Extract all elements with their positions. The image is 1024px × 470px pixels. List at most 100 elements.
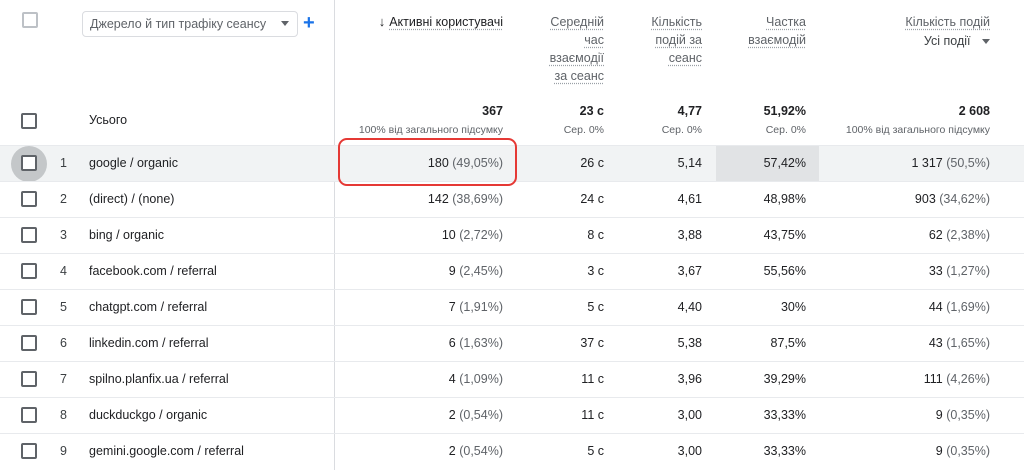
- row-users: 2 (0,54%): [448, 408, 503, 422]
- row-number: 1: [60, 156, 67, 170]
- row-users: 6 (1,63%): [448, 336, 503, 350]
- arrow-down-icon: ↓: [378, 14, 386, 29]
- row-users: 10 (2,72%): [441, 228, 503, 242]
- row-event-count: 9 (0,35%): [935, 444, 990, 458]
- row-events-per-session: 5,14: [677, 156, 702, 170]
- totals-engagement-rate: 51,92%: [763, 104, 806, 118]
- row-checkbox[interactable]: [21, 263, 37, 279]
- totals-events-per-session: 4,77: [677, 104, 702, 118]
- row-events-per-session: 5,38: [677, 336, 702, 350]
- column-header-engagement-rate[interactable]: Частка взаємодій: [716, 13, 806, 49]
- row-avg-time: 11 с: [581, 408, 604, 422]
- totals-users-sub: 100% від загального підсумку: [358, 124, 503, 136]
- column-header-events-per-session[interactable]: Кількість подій за сеанс: [622, 13, 702, 67]
- table-row[interactable]: 2 (direct) / (none) 142 (38,69%) 24 с 4,…: [0, 181, 1024, 217]
- row-number: 6: [60, 336, 67, 350]
- row-users: 9 (2,45%): [448, 264, 503, 278]
- row-number: 4: [60, 264, 67, 278]
- table-row[interactable]: 3 bing / organic 10 (2,72%) 8 с 3,88 43,…: [0, 217, 1024, 253]
- row-dimension[interactable]: bing / organic: [89, 228, 164, 242]
- row-users: 142 (38,69%): [427, 192, 503, 206]
- table-row[interactable]: 5 chatgpt.com / referral 7 (1,91%) 5 с 4…: [0, 289, 1024, 325]
- dimension-select-label: Джерело й тип трафіку сеансу: [90, 17, 267, 31]
- row-number: 9: [60, 444, 67, 458]
- row-number: 2: [60, 192, 67, 206]
- row-checkbox[interactable]: [21, 371, 37, 387]
- row-dimension[interactable]: (direct) / (none): [89, 192, 174, 206]
- row-dimension[interactable]: google / organic: [89, 156, 178, 170]
- column-header-avg-time[interactable]: Середній час взаємодії за сеанс: [524, 13, 604, 85]
- totals-checkbox[interactable]: [21, 113, 37, 129]
- select-all-checkbox[interactable]: [22, 12, 38, 28]
- totals-avg-time: 23 с: [579, 104, 604, 118]
- row-checkbox[interactable]: [21, 335, 37, 351]
- row-users: 2 (0,54%): [448, 444, 503, 458]
- row-events-per-session: 4,61: [677, 192, 702, 206]
- totals-label: Усього: [89, 113, 128, 127]
- table-row[interactable]: 4 facebook.com / referral 9 (2,45%) 3 с …: [0, 253, 1024, 289]
- row-engagement-rate: 33,33%: [763, 444, 806, 458]
- row-checkbox[interactable]: [21, 407, 37, 423]
- table-row[interactable]: 9 gemini.google.com / referral 2 (0,54%)…: [0, 433, 1024, 469]
- row-number: 5: [60, 300, 67, 314]
- row-events-per-session: 3,00: [677, 408, 702, 422]
- row-event-count: 903 (34,62%): [914, 192, 990, 206]
- row-dimension[interactable]: linkedin.com / referral: [89, 336, 209, 350]
- plus-icon[interactable]: +: [303, 10, 315, 36]
- row-dimension[interactable]: duckduckgo / organic: [89, 408, 207, 422]
- chevron-down-icon: [281, 21, 289, 26]
- row-number: 7: [60, 372, 67, 386]
- row-event-count: 62 (2,38%): [928, 228, 990, 242]
- row-avg-time: 26 с: [580, 156, 604, 170]
- row-checkbox[interactable]: [21, 191, 37, 207]
- totals-events-per-session-sub: Сер. 0%: [661, 124, 702, 136]
- row-event-count: 43 (1,65%): [928, 336, 990, 350]
- table-row[interactable]: 7 spilno.planfix.ua / referral 4 (1,09%)…: [0, 361, 1024, 397]
- column-header-users[interactable]: ↓ Активні користувачі: [323, 13, 503, 31]
- row-event-count: 33 (1,27%): [928, 264, 990, 278]
- row-users: 4 (1,09%): [448, 372, 503, 386]
- totals-engagement-rate-sub: Сер. 0%: [765, 124, 806, 136]
- row-avg-time: 5 с: [587, 444, 604, 458]
- chevron-down-icon: [982, 39, 990, 45]
- row-avg-time: 37 с: [580, 336, 604, 350]
- row-engagement-rate: 30%: [780, 300, 806, 314]
- totals-users: 367: [482, 104, 503, 118]
- row-dimension[interactable]: chatgpt.com / referral: [89, 300, 207, 314]
- event-filter-select[interactable]: Усі події: [840, 32, 990, 50]
- row-engagement-rate: 33,33%: [763, 408, 806, 422]
- row-avg-time: 3 с: [587, 264, 604, 278]
- row-event-count: 44 (1,69%): [928, 300, 990, 314]
- row-engagement-rate: 57,42%: [763, 156, 806, 170]
- row-event-count: 111 (4,26%): [923, 372, 990, 386]
- row-avg-time: 24 с: [580, 192, 604, 206]
- row-engagement-rate: 39,29%: [763, 372, 806, 386]
- row-dimension[interactable]: gemini.google.com / referral: [89, 444, 244, 458]
- row-number: 3: [60, 228, 67, 242]
- table-row[interactable]: 8 duckduckgo / organic 2 (0,54%) 11 с 3,…: [0, 397, 1024, 433]
- row-avg-time: 11 с: [581, 372, 604, 386]
- row-event-count: 1 317 (50,5%): [911, 156, 990, 170]
- row-number: 8: [60, 408, 67, 422]
- row-checkbox[interactable]: [21, 299, 37, 315]
- row-events-per-session: 4,40: [677, 300, 702, 314]
- dimension-select[interactable]: Джерело й тип трафіку сеансу: [82, 11, 298, 37]
- row-avg-time: 8 с: [587, 228, 604, 242]
- row-event-count: 9 (0,35%): [935, 408, 990, 422]
- row-dimension[interactable]: spilno.planfix.ua / referral: [89, 372, 229, 386]
- column-header-event-count[interactable]: Кількість подій: [840, 13, 990, 31]
- row-events-per-session: 3,88: [677, 228, 702, 242]
- totals-avg-time-sub: Сер. 0%: [563, 124, 604, 136]
- row-users: 7 (1,91%): [448, 300, 503, 314]
- row-events-per-session: 3,00: [677, 444, 702, 458]
- row-engagement-rate: 43,75%: [763, 228, 806, 242]
- row-dimension[interactable]: facebook.com / referral: [89, 264, 217, 278]
- row-avg-time: 5 с: [587, 300, 604, 314]
- table-row[interactable]: 6 linkedin.com / referral 6 (1,63%) 37 с…: [0, 325, 1024, 361]
- row-checkbox[interactable]: [21, 443, 37, 459]
- row-checkbox[interactable]: [21, 227, 37, 243]
- row-checkbox[interactable]: [21, 155, 37, 171]
- row-engagement-rate: 87,5%: [770, 336, 806, 350]
- row-events-per-session: 3,96: [677, 372, 702, 386]
- report-table: Джерело й тип трафіку сеансу + ↓ Активні …: [0, 0, 1024, 470]
